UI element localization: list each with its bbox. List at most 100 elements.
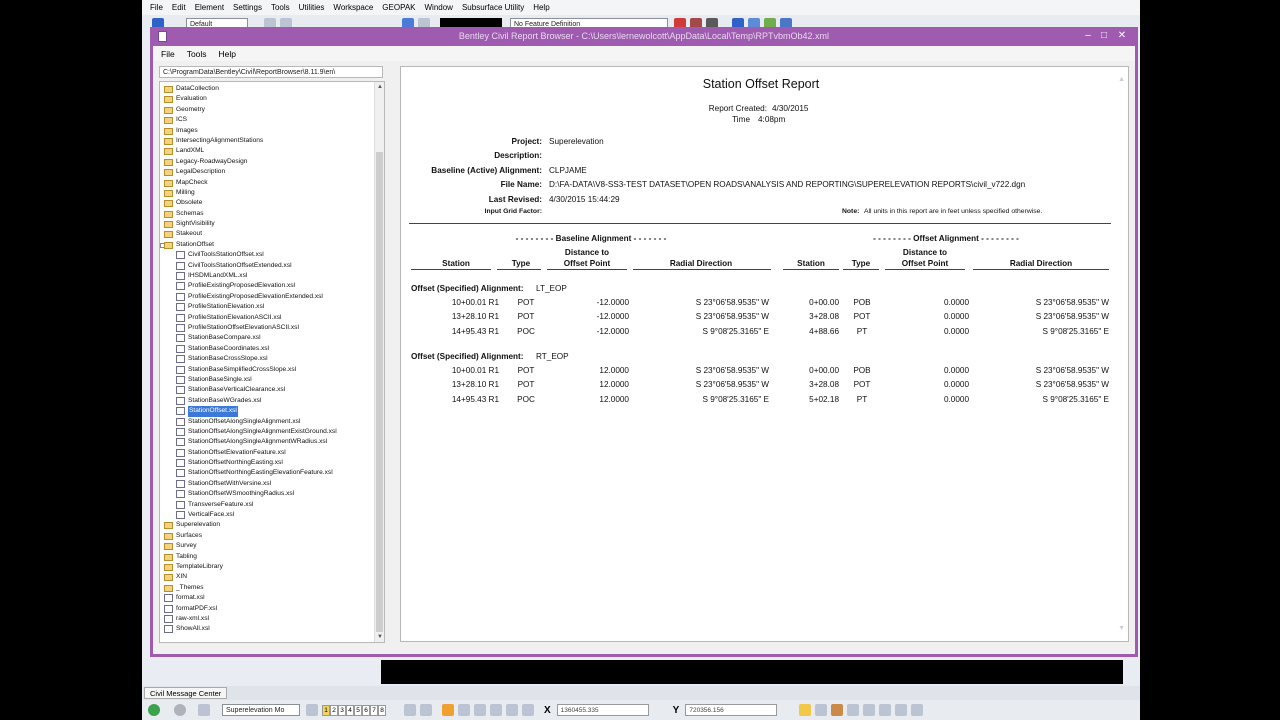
scroll-down-icon[interactable]: ▼ [376,633,384,641]
tentative-snap-icon[interactable] [506,704,518,716]
measure-icon[interactable] [911,704,924,716]
host-menu-item[interactable]: Settings [233,3,262,12]
tree-folder-item[interactable]: ICS [160,115,375,125]
tree-file-item[interactable]: StationOffsetWithVersine.xsl [160,479,375,489]
project-snap-icon[interactable] [522,704,534,716]
tree-file-item[interactable]: StationBaseCoordinates.xsl [160,344,375,354]
host-menu-item[interactable]: Tools [271,3,290,12]
tree-file-item[interactable]: CivilToolsStationOffsetExtended.xsl [160,261,375,271]
host-menu-item[interactable]: Edit [172,3,186,12]
tree-folder-item[interactable]: _Themes [160,583,375,593]
tree-folder-item[interactable]: LandXML [160,146,375,156]
report-browser-titlebar[interactable]: Bentley Civil Report Browser - C:\Users\… [153,27,1135,46]
report-scroll-up-icon[interactable]: ▲ [1118,76,1125,83]
tree-scroll-thumb[interactable] [376,152,383,632]
tree-folder-item[interactable]: Survey [160,541,375,551]
tree-file-item[interactable]: StationBaseCompare.xsl [160,333,375,343]
view-groups-icon[interactable] [306,704,318,716]
snap-icon[interactable] [404,704,416,716]
close-icon[interactable]: ✕ [1115,29,1129,42]
view-number-button[interactable]: 2 [330,704,338,716]
tree-folder-item[interactable]: Geometry [160,105,375,115]
host-menu-item[interactable]: GEOPAK [382,3,415,12]
tree-file-item[interactable]: ProfileExistingProposedElevationExtended… [160,292,375,302]
tree-file-item[interactable]: raw-xml.xsl [160,614,375,624]
tree-file-item[interactable]: StationOffsetAlongSingleAlignment.xsl [160,417,375,427]
minimize-icon[interactable]: – [1081,29,1095,42]
tree-folder-item[interactable]: Images [160,126,375,136]
folder-path-field[interactable]: C:\ProgramData\Bentley\Civil\ReportBrows… [159,66,383,78]
tree-folder-item[interactable]: Superelevation [160,520,375,530]
x-coordinate-field[interactable]: 1360455.335 [556,704,649,716]
host-menu-item[interactable]: Help [533,3,549,12]
tree-file-item[interactable]: ShowAll.xsl [160,624,375,634]
tree-folder-item[interactable]: Schemas [160,209,375,219]
tree-folder-item[interactable]: TemplateLibrary [160,562,375,572]
tree-file-item[interactable]: CivilToolsStationOffset.xsl [160,250,375,260]
report-browser-menu-item[interactable]: Help [219,49,236,59]
forward-icon[interactable] [174,704,186,716]
tree-file-item[interactable]: ProfileStationOffsetElevationASCII.xsl [160,323,375,333]
tree-folder-item[interactable]: LegalDescription [160,167,375,177]
host-menu-item[interactable]: Utilities [299,3,325,12]
tree-folder-item[interactable]: DataCollection [160,84,375,94]
tree-file-item[interactable]: StationOffsetWSmoothingRadius.xsl [160,489,375,499]
host-menu-item[interactable]: Window [425,3,453,12]
tree-file-item[interactable]: StationBaseCrossSlope.xsl [160,354,375,364]
scroll-up-icon[interactable]: ▲ [376,83,384,91]
keypoint-snap-icon[interactable] [490,704,502,716]
tree-file-item[interactable]: StationOffsetElevationFeature.xsl [160,448,375,458]
view-number-button[interactable]: 3 [338,704,346,716]
intersection-snap-icon[interactable] [474,704,486,716]
tree-folder-item[interactable]: Stakeout [160,229,375,239]
pointer-icon[interactable] [198,704,210,716]
view-number-button[interactable]: 8 [378,704,386,716]
tree-folder-item[interactable]: Milling [160,188,375,198]
tree-file-item[interactable]: StationBaseSimplifiedCrossSlope.xsl [160,365,375,375]
view-number-button[interactable]: 6 [362,704,370,716]
y-coordinate-field[interactable]: 720356.156 [685,704,778,716]
model-combo[interactable]: Superelevation Mo [222,704,300,716]
tree-folder-item[interactable]: Obsolete [160,198,375,208]
tree-file-item[interactable]: ProfileStationElevation.xsl [160,302,375,312]
tree-file-item[interactable]: StationOffsetNorthingEasting.xsl [160,458,375,468]
tree-folder-item[interactable]: IntersectingAlignmentStations [160,136,375,146]
back-icon[interactable] [148,704,160,716]
tree-file-item[interactable]: StationOffsetAlongSingleAlignmentExistGr… [160,427,375,437]
report-scroll-down-icon[interactable]: ▼ [1118,625,1125,632]
line-tool-icon[interactable] [847,704,860,716]
tree-scrollbar[interactable]: ▲ ▼ [374,82,384,642]
tree-folder-item[interactable]: MapCheck [160,178,375,188]
tree-folder-item[interactable]: Legacy-RoadwayDesign [160,157,375,167]
circle-tool-icon[interactable] [863,704,876,716]
host-menu-item[interactable]: Workspace [333,3,373,12]
tree-folder-item[interactable]: SightVisibility [160,219,375,229]
tree-file-item[interactable]: StationBaseVerticalClearance.xsl [160,385,375,395]
tree-file-item[interactable]: VerticalFace.xsl [160,510,375,520]
tree-file-item[interactable]: formatPDF.xsl [160,604,375,614]
tree-folder-item[interactable]: XIN [160,572,375,582]
tree-file-item[interactable]: StationBaseWGrades.xsl [160,396,375,406]
tree-file-item[interactable]: IHSDMLandXML.xsl [160,271,375,281]
tree-file-item[interactable]: TransverseFeature.xsl [160,500,375,510]
tree-folder-item[interactable]: Surfaces [160,531,375,541]
smartlock-icon[interactable] [831,704,844,716]
view-number-button[interactable]: 4 [346,704,354,716]
report-browser-menu-item[interactable]: Tools [187,49,207,59]
rotate-icon[interactable] [815,704,828,716]
tree-folder-item[interactable]: StationOffset [160,240,375,250]
accudraw-lock-icon[interactable] [799,704,812,716]
host-menu-item[interactable]: File [150,3,163,12]
host-menu-item[interactable]: Subsurface Utility [462,3,524,12]
report-browser-menu-item[interactable]: File [161,49,175,59]
view-number-button[interactable]: 7 [370,704,378,716]
tree-file-item[interactable]: StationOffsetNorthingEastingElevationFea… [160,468,375,478]
view-number-button[interactable]: 5 [354,704,362,716]
fence-icon[interactable] [895,704,908,716]
host-menu-item[interactable]: Element [195,3,224,12]
tree-file-item[interactable]: ProfileExistingProposedElevation.xsl [160,281,375,291]
tree-folder-item[interactable]: Evaluation [160,94,375,104]
tree-file-item[interactable]: ProfileStationElevationASCII.xsl [160,313,375,323]
tree-folder-item[interactable]: Tabling [160,552,375,562]
tree-file-item[interactable]: StationOffsetAlongSingleAlignmentWRadius… [160,437,375,447]
